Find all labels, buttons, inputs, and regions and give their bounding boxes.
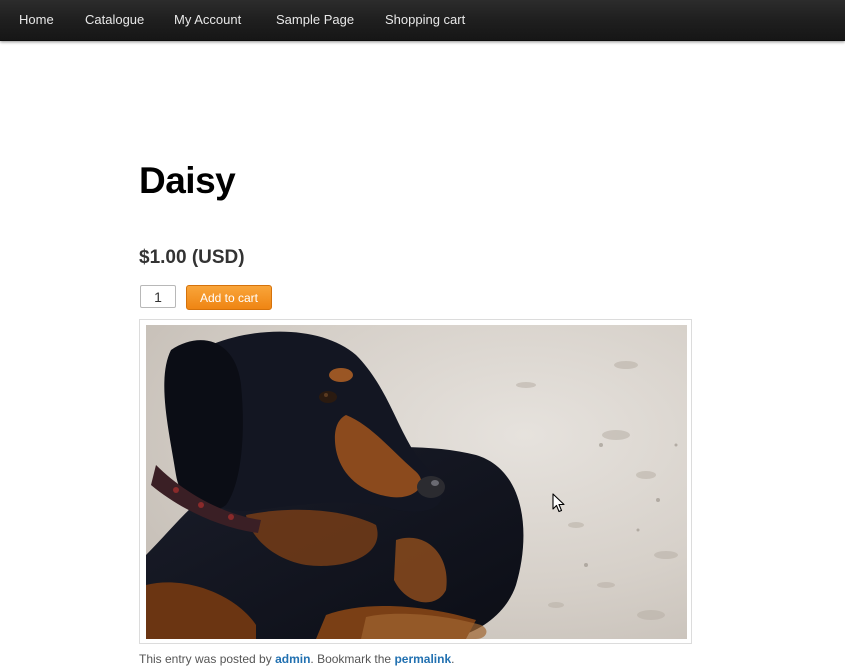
entry-meta-suffix: . [451,652,455,666]
entry-meta: This entry was posted by admin. Bookmark… [139,652,455,666]
top-navigation-bar: Home Catalogue My Account Sample Page Sh… [0,0,845,41]
nav-item-my-account[interactable]: My Account [174,12,241,27]
mouse-pointer-icon [552,493,565,513]
nav-item-home[interactable]: Home [19,12,54,27]
permalink-link[interactable]: permalink [394,652,451,666]
quantity-input[interactable] [140,285,176,308]
author-link[interactable]: admin [275,652,310,666]
product-photo-dachshund[interactable] [146,325,687,639]
product-price: $1.00 (USD) [139,247,245,268]
entry-meta-middle: . Bookmark the [310,652,395,666]
add-to-cart-button[interactable]: Add to cart [186,285,272,310]
product-title: Daisy [139,160,236,201]
nav-item-sample-page[interactable]: Sample Page [276,12,354,27]
entry-meta-prefix: This entry was posted by [139,652,276,666]
product-image-frame [139,319,692,644]
nav-item-catalogue[interactable]: Catalogue [85,12,144,27]
nav-item-shopping-cart[interactable]: Shopping cart [385,12,465,27]
